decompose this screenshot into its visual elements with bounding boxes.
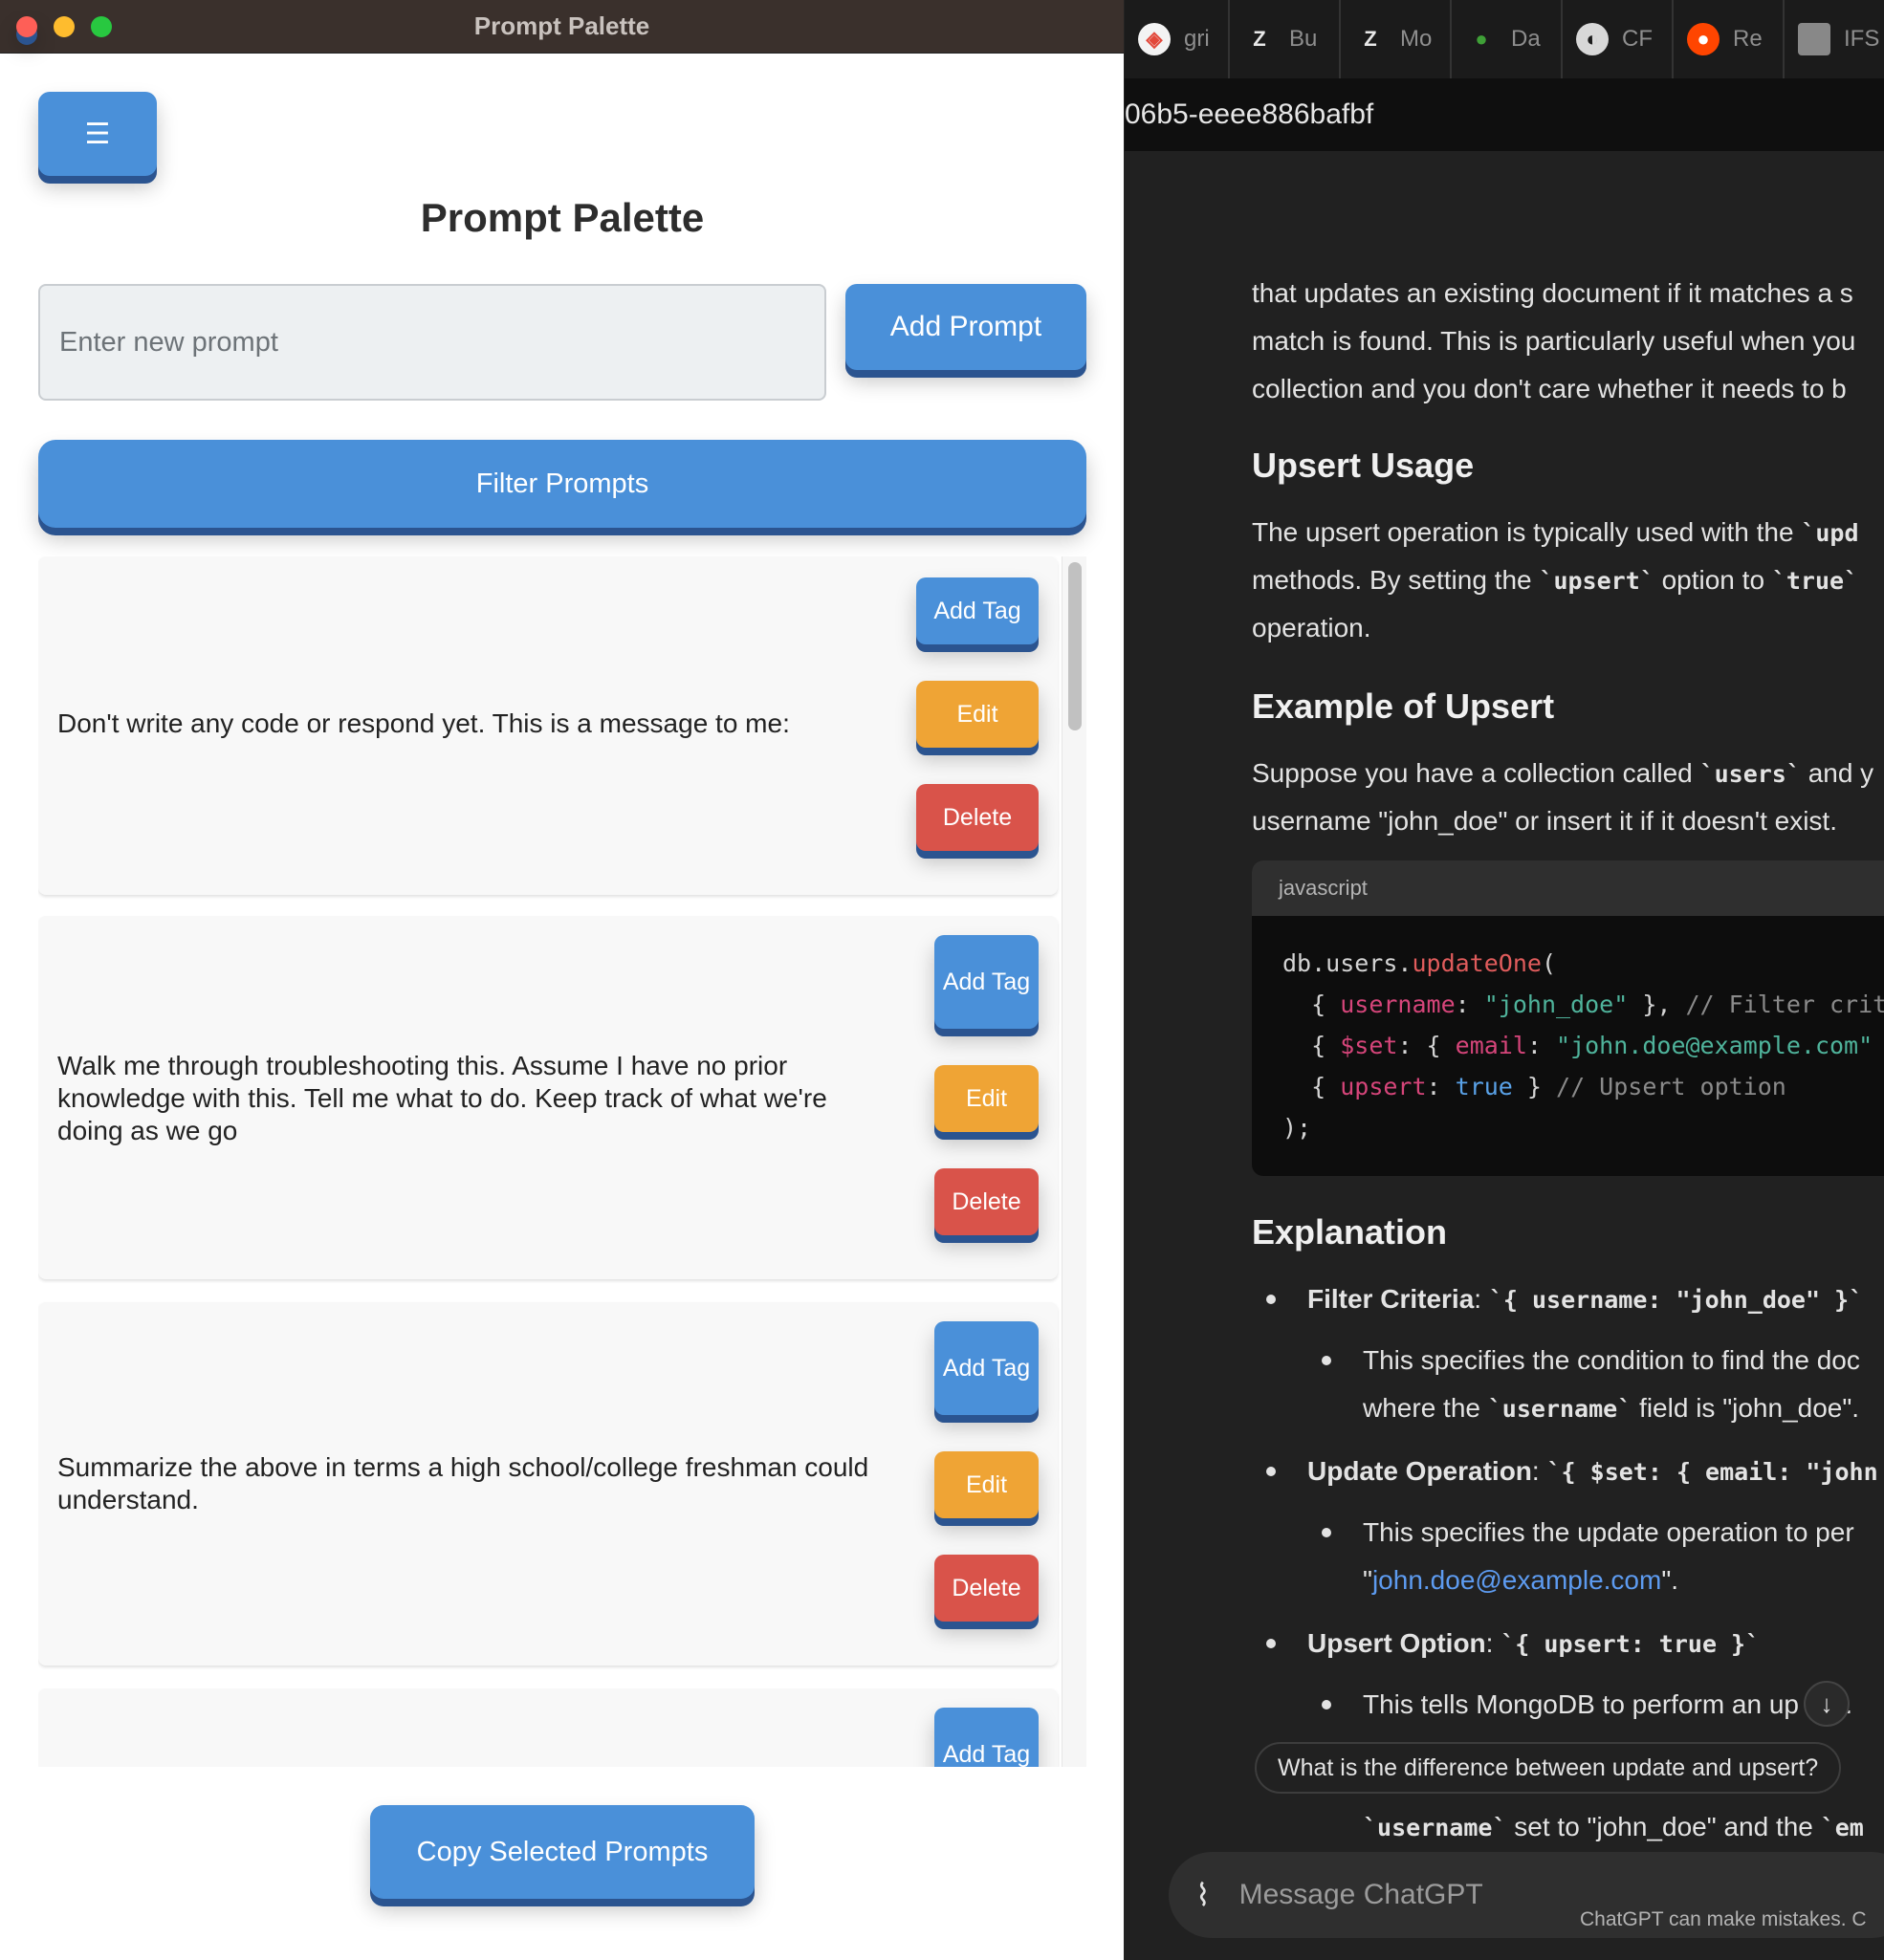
chat-text: match is found. This is particularly use… xyxy=(1252,326,1856,356)
browser-tab[interactable]: ● Re xyxy=(1674,0,1785,78)
bullet-dot xyxy=(1322,1356,1331,1365)
zoom-window-button[interactable] xyxy=(91,16,112,37)
add-tag-button[interactable]: Add Tag xyxy=(934,1708,1039,1767)
chat-text: Update Operation: `{ $set: { email: "joh… xyxy=(1307,1456,1878,1486)
suggestion-chip[interactable]: What is the difference between update an… xyxy=(1255,1742,1842,1794)
title-bar: Prompt Palette xyxy=(0,0,1124,54)
chat-text: "john.doe@example.com". xyxy=(1363,1565,1679,1595)
bullet-dot xyxy=(1266,1295,1276,1304)
heading-explanation: Explanation xyxy=(1252,1212,1448,1252)
chat-text: This tells MongoDB to perform an up rt. xyxy=(1363,1689,1852,1719)
chat-text: The upsert operation is typically used w… xyxy=(1252,517,1859,547)
chat-text: collection and you don't care whether it… xyxy=(1252,374,1847,403)
add-prompt-button[interactable]: Add Prompt xyxy=(845,284,1086,370)
minimize-window-button[interactable] xyxy=(54,16,75,37)
window-title: Prompt Palette xyxy=(473,11,650,40)
chat-text: Upsert Option: `{ upsert: true }` xyxy=(1307,1628,1761,1658)
delete-button[interactable]: Delete xyxy=(916,784,1039,851)
chat-text: Suppose you have a collection called `us… xyxy=(1252,758,1874,788)
browser-tab-bar: ◈ gri Z Bu Z Mo ● Da ◐ CF ● Re IFS xyxy=(1125,0,1884,78)
code-block: javascript db.users.updateOne( { usernam… xyxy=(1252,860,1884,1176)
browser-tab[interactable]: Z Mo xyxy=(1341,0,1452,78)
cube-icon xyxy=(1798,23,1830,55)
scroll-down-arrow-icon[interactable]: ↓ xyxy=(1804,1681,1850,1727)
chat-content: that updates an existing document if it … xyxy=(1125,151,1884,1960)
prompt-list-scrollbar[interactable] xyxy=(1062,556,1086,1767)
reddit-icon: ● xyxy=(1687,23,1720,55)
browser-tab[interactable]: ● Da xyxy=(1452,0,1563,78)
bullet-dot xyxy=(1266,1467,1276,1476)
hamburger-icon: ☰ xyxy=(84,118,111,150)
delete-button[interactable]: Delete xyxy=(934,1555,1039,1622)
chat-text: methods. By setting the `upsert` option … xyxy=(1252,565,1859,595)
disclaimer-text: ChatGPT can make mistakes. C xyxy=(1580,1908,1867,1930)
prompt-card[interactable]: Walk me through troubleshooting this. As… xyxy=(38,916,1058,1279)
copy-selected-prompts-button[interactable]: Copy Selected Prompts xyxy=(370,1805,755,1899)
chat-text: where the `username` field is "john_doe"… xyxy=(1363,1393,1860,1423)
filter-prompts-button[interactable]: Filter Prompts xyxy=(38,440,1086,528)
bullet-dot xyxy=(1322,1528,1331,1537)
add-tag-button[interactable]: Add Tag xyxy=(934,1321,1039,1415)
email-link[interactable]: john.doe@example.com xyxy=(1372,1565,1661,1595)
chat-text: username "john_doe" or insert it if it d… xyxy=(1252,806,1837,836)
edit-button[interactable]: Edit xyxy=(934,1065,1039,1132)
brave-icon: ◈ xyxy=(1138,23,1171,55)
prompt-palette-window: Prompt Palette ☰ Prompt Palette Add Prom… xyxy=(0,0,1125,1960)
prompt-card[interactable]: Don't write any code or respond yet. Thi… xyxy=(38,556,1058,895)
paperclip-icon[interactable]: ⌇ xyxy=(1195,1877,1211,1913)
chat-text: that updates an existing document if it … xyxy=(1252,278,1853,308)
prompt-list[interactable]: Don't write any code or respond yet. Thi… xyxy=(38,556,1086,1767)
edit-button[interactable]: Edit xyxy=(916,681,1039,748)
prompt-text: Summarize the above in terms a high scho… xyxy=(57,1452,869,1514)
add-tag-button[interactable]: Add Tag xyxy=(916,577,1039,644)
prompt-card[interactable]: Summarize the above in terms a high scho… xyxy=(38,1302,1058,1666)
chat-text: This specifies the condition to find the… xyxy=(1363,1345,1860,1375)
chat-text: This specifies the update operation to p… xyxy=(1363,1517,1854,1547)
heading-upsert-usage: Upsert Usage xyxy=(1252,446,1475,485)
scrollbar-thumb[interactable] xyxy=(1068,562,1082,730)
browser-tab[interactable]: Z Bu xyxy=(1230,0,1341,78)
zotero-icon: Z xyxy=(1364,27,1377,51)
delete-button[interactable]: Delete xyxy=(934,1168,1039,1235)
bullet-dot xyxy=(1266,1639,1276,1648)
close-window-button[interactable] xyxy=(16,16,37,37)
code-language-label: javascript xyxy=(1252,860,1884,916)
browser-tab[interactable]: IFS xyxy=(1785,0,1884,78)
zotero-icon: Z xyxy=(1253,27,1266,51)
browser-tab[interactable]: ◐ CF xyxy=(1563,0,1674,78)
address-bar[interactable]: 06b5-eeee886bafbf xyxy=(1125,78,1884,151)
chat-text: operation. xyxy=(1252,613,1371,642)
new-prompt-input[interactable] xyxy=(38,284,826,401)
prompt-text: Walk me through troubleshooting this. As… xyxy=(57,1051,827,1145)
chat-text: Filter Criteria: `{ username: "john_doe"… xyxy=(1307,1284,1864,1314)
mongodb-leaf-icon: ● xyxy=(1475,27,1488,51)
globe-icon: ◐ xyxy=(1576,23,1609,55)
code-content: db.users.updateOne( { username: "john_do… xyxy=(1282,949,1884,1142)
chat-text: `username` set to "john_doe" and the `em xyxy=(1363,1812,1864,1841)
edit-button[interactable]: Edit xyxy=(934,1451,1039,1518)
page-title: Prompt Palette xyxy=(420,195,705,240)
prompt-text: Don't write any code or respond yet. Thi… xyxy=(57,708,790,738)
browser-tab[interactable]: ◈ gri xyxy=(1125,0,1230,78)
bullet-dot xyxy=(1322,1700,1331,1710)
menu-button[interactable]: ☰ xyxy=(38,92,157,176)
browser-window: ◈ gri Z Bu Z Mo ● Da ◐ CF ● Re IFS 06b5-eeee88… xyxy=(1125,0,1884,1960)
heading-example: Example of Upsert xyxy=(1252,686,1555,726)
add-tag-button[interactable]: Add Tag xyxy=(934,935,1039,1029)
prompt-card[interactable]: Add Tag xyxy=(38,1688,1058,1767)
